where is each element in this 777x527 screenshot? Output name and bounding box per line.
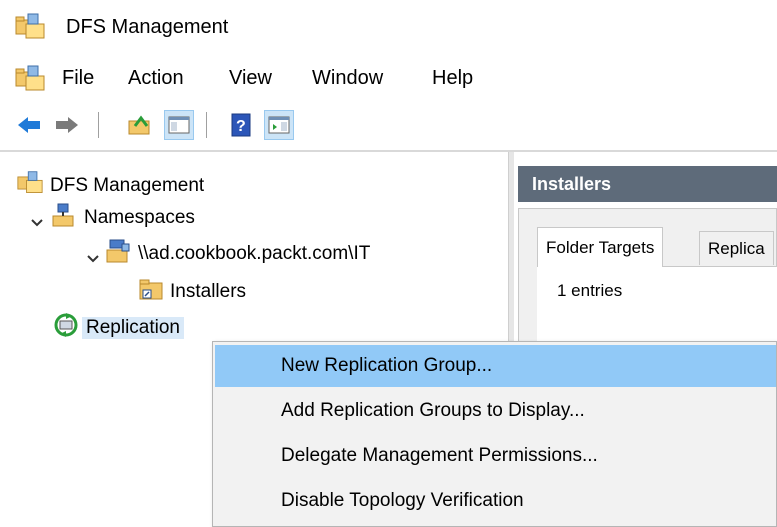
menu-bar: File Action View Window Help — [0, 60, 777, 98]
menu-view[interactable]: View — [229, 67, 272, 90]
replication-icon — [52, 312, 80, 344]
menu-item-add-replication-groups[interactable]: Add Replication Groups to Display... — [215, 390, 776, 432]
folder-link-icon — [138, 277, 164, 307]
help-icon[interactable]: ? — [226, 110, 256, 140]
menu-item-new-replication-group[interactable]: New Replication Group... — [215, 345, 776, 387]
tree-label: Namespaces — [84, 207, 195, 228]
namespace-icon — [104, 238, 132, 270]
details-header: Installers — [518, 166, 777, 202]
tree-item-namespace-path[interactable]: \\ad.cookbook.packt.com\IT — [104, 238, 370, 270]
toolbar-separator — [98, 112, 99, 138]
menu-item-delegate-permissions[interactable]: Delegate Management Permissions... — [215, 435, 776, 477]
show-hide-action-pane-icon[interactable] — [264, 110, 294, 140]
chevron-down-icon[interactable] — [86, 250, 100, 264]
chevron-down-icon[interactable] — [30, 214, 44, 228]
tab-folder-targets[interactable]: Folder Targets — [537, 227, 664, 267]
dfs-management-icon — [16, 170, 44, 202]
forward-arrow-icon[interactable] — [52, 110, 82, 140]
svg-text:?: ? — [236, 118, 246, 135]
tree-label: \\ad.cookbook.packt.com\IT — [138, 243, 371, 264]
show-hide-console-tree-icon[interactable] — [164, 110, 194, 140]
tree-item-replication[interactable]: Replication — [52, 312, 184, 344]
back-arrow-icon[interactable] — [14, 110, 44, 140]
up-folder-icon[interactable] — [124, 110, 154, 140]
tab-replication[interactable]: Replica — [699, 231, 774, 265]
menu-action[interactable]: Action — [128, 67, 184, 90]
tree-label: Replication — [82, 317, 184, 339]
title-bar: DFS Management — [0, 0, 777, 56]
tree-item-dfs-management[interactable]: DFS Management — [16, 170, 204, 202]
entries-count: 1 entries — [557, 281, 623, 300]
tree-item-installers[interactable]: Installers — [138, 276, 246, 308]
tree-label: DFS Management — [50, 175, 205, 196]
toolbar: ? — [0, 104, 777, 144]
toolbar-separator — [206, 112, 207, 138]
menu-item-disable-topology-verification[interactable]: Disable Topology Verification — [215, 480, 776, 522]
menu-window[interactable]: Window — [312, 67, 383, 90]
context-menu: New Replication Group... Add Replication… — [212, 341, 777, 527]
menu-file[interactable]: File — [62, 67, 94, 90]
namespaces-icon — [50, 202, 78, 234]
dfs-management-icon — [14, 12, 46, 48]
window-title: DFS Management — [66, 16, 229, 38]
tree-label: Installers — [170, 281, 247, 302]
tree-item-namespaces[interactable]: Namespaces — [50, 202, 195, 234]
dfs-management-icon — [14, 64, 46, 100]
menu-help[interactable]: Help — [432, 67, 473, 90]
